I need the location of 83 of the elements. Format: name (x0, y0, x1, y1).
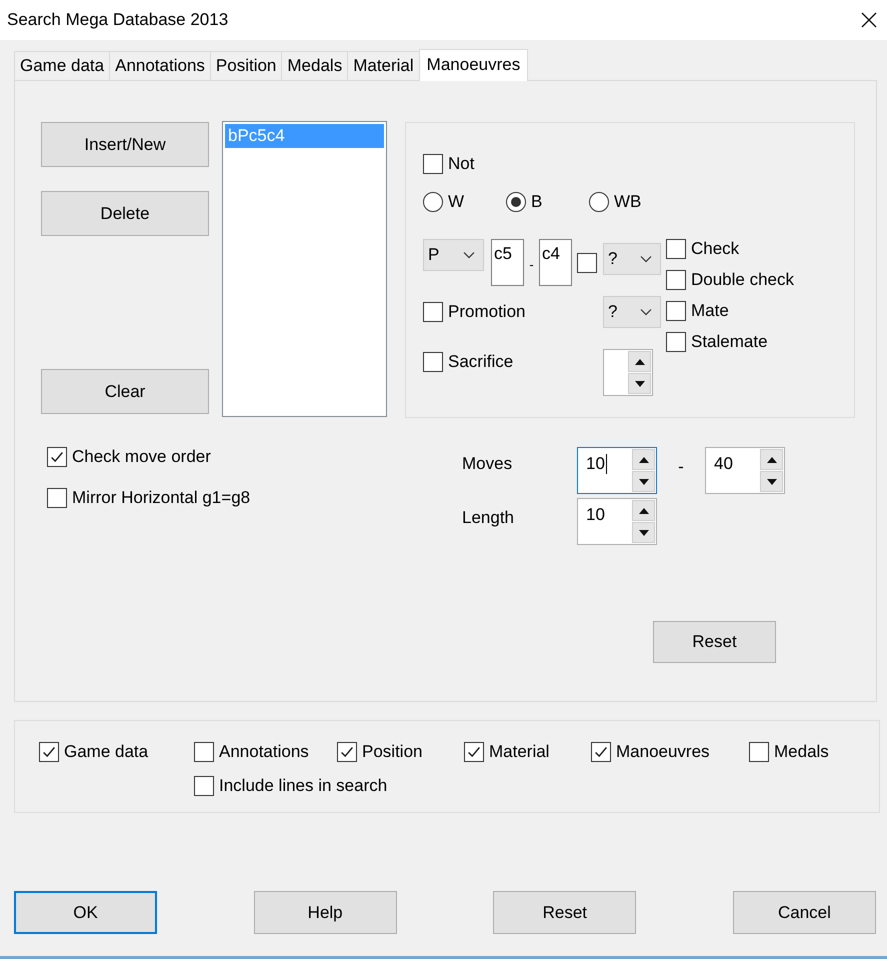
promotion-dropdown[interactable]: ? (603, 296, 661, 328)
checkbox-label: Manoeuvres (616, 742, 710, 762)
chevron-down-icon (640, 255, 652, 263)
spin-up-button[interactable] (632, 449, 655, 470)
spin-up-button[interactable] (632, 500, 655, 521)
up-arrow-icon (638, 456, 648, 462)
checkbox[interactable] (577, 253, 597, 273)
checkbox-label: Stalemate (691, 332, 768, 352)
chevron-down-icon (463, 251, 475, 259)
spin-down-button[interactable] (632, 522, 655, 543)
capture-dropdown[interactable]: ? (603, 243, 661, 275)
checkbox[interactable] (39, 742, 59, 762)
checkbox[interactable] (666, 332, 686, 352)
square-field[interactable]: c5 (491, 239, 524, 286)
dialog-button[interactable]: Clear (41, 369, 209, 414)
checkbox[interactable] (423, 154, 443, 174)
checkbox-label: Check move order (72, 447, 211, 467)
up-arrow-icon (634, 358, 644, 364)
down-arrow-icon (638, 478, 648, 484)
checkbox-label: Promotion (448, 302, 526, 322)
checkbox-label: Material (489, 742, 550, 762)
reset-button[interactable]: Reset (653, 621, 776, 663)
spin-up-button[interactable] (760, 449, 783, 470)
checkbox[interactable] (591, 742, 611, 762)
length-field[interactable]: 10 (577, 498, 657, 545)
tab[interactable]: Game data (14, 51, 110, 80)
dialog-button[interactable]: Delete (41, 191, 209, 236)
piece-dropdown[interactable]: P (423, 239, 484, 271)
up-arrow-icon (766, 456, 776, 462)
checkbox[interactable] (666, 239, 686, 259)
checkbox[interactable] (47, 488, 67, 508)
checkbox[interactable] (194, 776, 214, 796)
spin-down-button[interactable] (628, 373, 651, 394)
checkbox-label: Annotations (219, 742, 309, 762)
radio-label: W (448, 192, 464, 212)
dash-label: - (677, 456, 685, 478)
checkbox-label: Check (691, 239, 740, 259)
spin-down-button[interactable] (632, 471, 655, 492)
spin-field[interactable] (603, 349, 653, 396)
down-arrow-icon (634, 380, 644, 386)
tab[interactable]: Manoeuvres (418, 49, 528, 81)
up-arrow-icon (638, 508, 648, 514)
moves-from-field[interactable]: 10 (577, 447, 657, 494)
dialog-button[interactable]: Cancel (732, 891, 876, 934)
down-arrow-icon (766, 478, 776, 484)
moves-label: Moves (462, 453, 514, 475)
window-title: Search Mega Database 2013 (7, 10, 228, 30)
checkbox-label: Mate (691, 301, 729, 321)
checkbox[interactable] (423, 302, 443, 322)
chevron-down-icon (640, 308, 652, 316)
checkbox[interactable] (666, 270, 686, 290)
radio-label: B (531, 192, 542, 212)
checkbox-label: Double check (691, 270, 794, 290)
checkbox[interactable] (337, 742, 357, 762)
dialog-button[interactable]: Insert/New (41, 122, 209, 167)
dialog-button[interactable]: Help (254, 891, 397, 934)
checkbox[interactable] (194, 742, 214, 762)
radio-button[interactable] (506, 192, 526, 212)
length-label: Length (462, 507, 515, 529)
moves-to-field[interactable]: 40 (705, 447, 785, 494)
spin-up-button[interactable] (628, 351, 651, 372)
dialog-button[interactable]: Reset (493, 891, 636, 934)
dialog-button[interactable]: OK (14, 891, 157, 934)
close-icon[interactable] (861, 12, 877, 28)
radio-button[interactable] (589, 192, 609, 212)
checkbox[interactable] (47, 447, 67, 467)
checkbox-label: Mirror Horizontal g1=g8 (72, 488, 250, 508)
radio-label: WB (614, 192, 642, 212)
checkbox[interactable] (666, 301, 686, 321)
checkbox-label: Include lines in search (219, 776, 388, 796)
checkbox-label: Sacrifice (448, 352, 514, 372)
checkbox[interactable] (423, 352, 443, 372)
checkbox[interactable] (749, 742, 769, 762)
checkbox-label: Position (362, 742, 422, 762)
radio-button[interactable] (423, 192, 443, 212)
checkbox-label: Not (448, 154, 474, 174)
checkbox-label: Game data (64, 742, 148, 762)
spin-down-button[interactable] (760, 471, 783, 492)
dash-label: - (528, 256, 535, 272)
down-arrow-icon (638, 530, 648, 536)
checkbox[interactable] (464, 742, 484, 762)
square-field[interactable]: c4 (539, 239, 572, 286)
checkbox-label: Medals (774, 742, 829, 762)
